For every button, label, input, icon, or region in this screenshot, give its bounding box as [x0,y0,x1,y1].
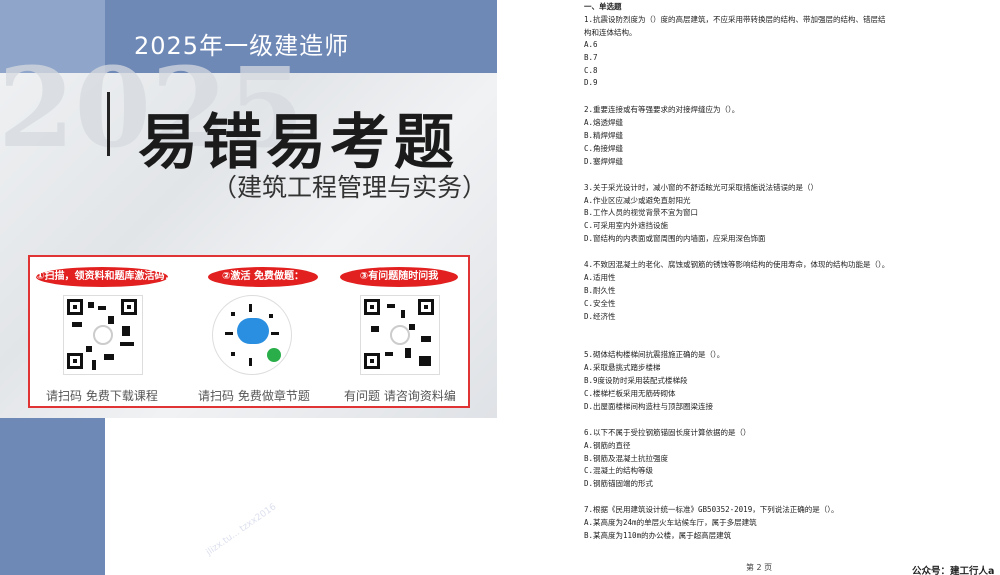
question-line: B.钢筋及混凝土抗拉强度 [584,453,669,463]
cover-bottom-left-block [0,418,105,575]
mini-program-code[interactable] [212,295,292,375]
qr-caption-practice: 请扫码 免费做章节题 [198,389,310,403]
title-divider-bar [107,92,110,156]
document-page: 一、单选题 1.抗震设防烈度为（）度的高层建筑，不应采用带转换层的结构、带加强层的… [506,0,1000,575]
question-line: B.某高度为110m的办公楼，属于超高层建筑 [584,530,732,540]
qr-step-2-label: ②激活 免费做题： [208,267,318,287]
question-line: A.6 [584,39,598,49]
watermark: jlizx.tu... tzxx2016 [204,502,279,558]
question-line: 构和连体结构。 [584,27,637,37]
mini-program-icon [267,348,281,362]
question-line: B.耐久性 [584,285,616,295]
qr-caption-download: 请扫码 免费下载课程 [46,389,158,403]
cover-big-year-watermark: 2025 [0,53,304,163]
question-line: D.钢筋锚固端的形式 [584,479,654,489]
question-line: A.适用性 [584,272,616,282]
question-line: C.混凝土的结构等级 [584,466,654,476]
question-line: B.精焊焊缝 [584,131,624,140]
question-line: 5.砌体结构楼梯间抗震措施正确的是（）。 [584,350,725,360]
question-line: C.角接焊缝 [584,143,624,153]
question-line: B.7 [584,52,598,62]
qr-code-panel: ①扫描，领资料和题库激活码： ②激活 免费做题： ③有问题随时问我 请扫码 免费… [28,255,470,408]
wechat-account-label: 公众号：建工行人a [912,566,995,575]
question-line: C.可采用室内外遮挡设施 [584,221,669,231]
question-line: A.采取悬挑式踏步楼梯 [584,363,661,373]
qr-step-3-label: ③有问题随时问我 [340,267,458,287]
question-line: D.出屋面楼梯间构造柱与顶部圈梁连接 [584,401,714,411]
qr-code-download[interactable] [63,295,143,375]
question-line: 1.抗震设防烈度为（）度的高层建筑，不应采用带转换层的结构、带加强层的结构、错层… [584,14,886,24]
cover-subtitle: （建筑工程管理与实务） [212,173,488,202]
question-line: 6.以下不属于受拉钢筋锚固长度计算依据的是（） [584,427,751,437]
page-number: 第 2 页 [746,563,773,572]
question-line: B.工作人员的视觉背景不宜为窗口 [584,208,699,218]
question-line: D.9 [584,78,598,88]
qr-caption-consult: 有问题 请咨询资料编 [344,389,456,403]
question-line: 2.重要连接或有等强要求的对接焊缝应为（）。 [584,105,740,115]
question-line: 4.不致因混凝土的老化、腐蚀或钢筋的锈蚀等影响结构的使用寿命，体现的结构功能是（… [584,260,890,269]
question-line: D.窗结构的内表面或窗周围的内墙面，应采用深色饰面 [584,234,766,244]
question-line: 7.根据《民用建筑设计统一标准》GB50352-2019，下列说法正确的是（）。 [584,505,839,515]
question-line: C.8 [584,65,598,75]
cloud-icon [237,318,269,344]
question-line: D.塞焊焊缝 [584,156,624,166]
question-line: A.作业区应减少或避免直射阳光 [584,195,691,205]
question-line: C.安全性 [584,298,616,308]
question-line: A.熔透焊缝 [584,118,624,128]
question-line: D.经济性 [584,311,616,321]
question-line: 3.关于采光设计时，减小窗的不舒适眩光可采取措施说法错误的是（） [584,182,819,192]
question-line: A.钢筋的直径 [584,440,631,450]
cover-page: 2025年一级建造师 2025 易错易考题 （建筑工程管理与实务） ①扫描，领资… [0,0,497,575]
question-line: C.楼梯栏板采用无筋砖砌体 [584,389,676,398]
question-line: A.某高度为24m的单层火车站候车厅，属于多层建筑 [584,518,757,527]
qr-code-consult[interactable] [360,295,440,375]
qr-step-1-label: ①扫描，领资料和题库激活码： [36,267,174,287]
section-heading: 一、单选题 [584,2,622,11]
question-line: B.9度设防时采用装配式楼梯段 [584,376,688,386]
